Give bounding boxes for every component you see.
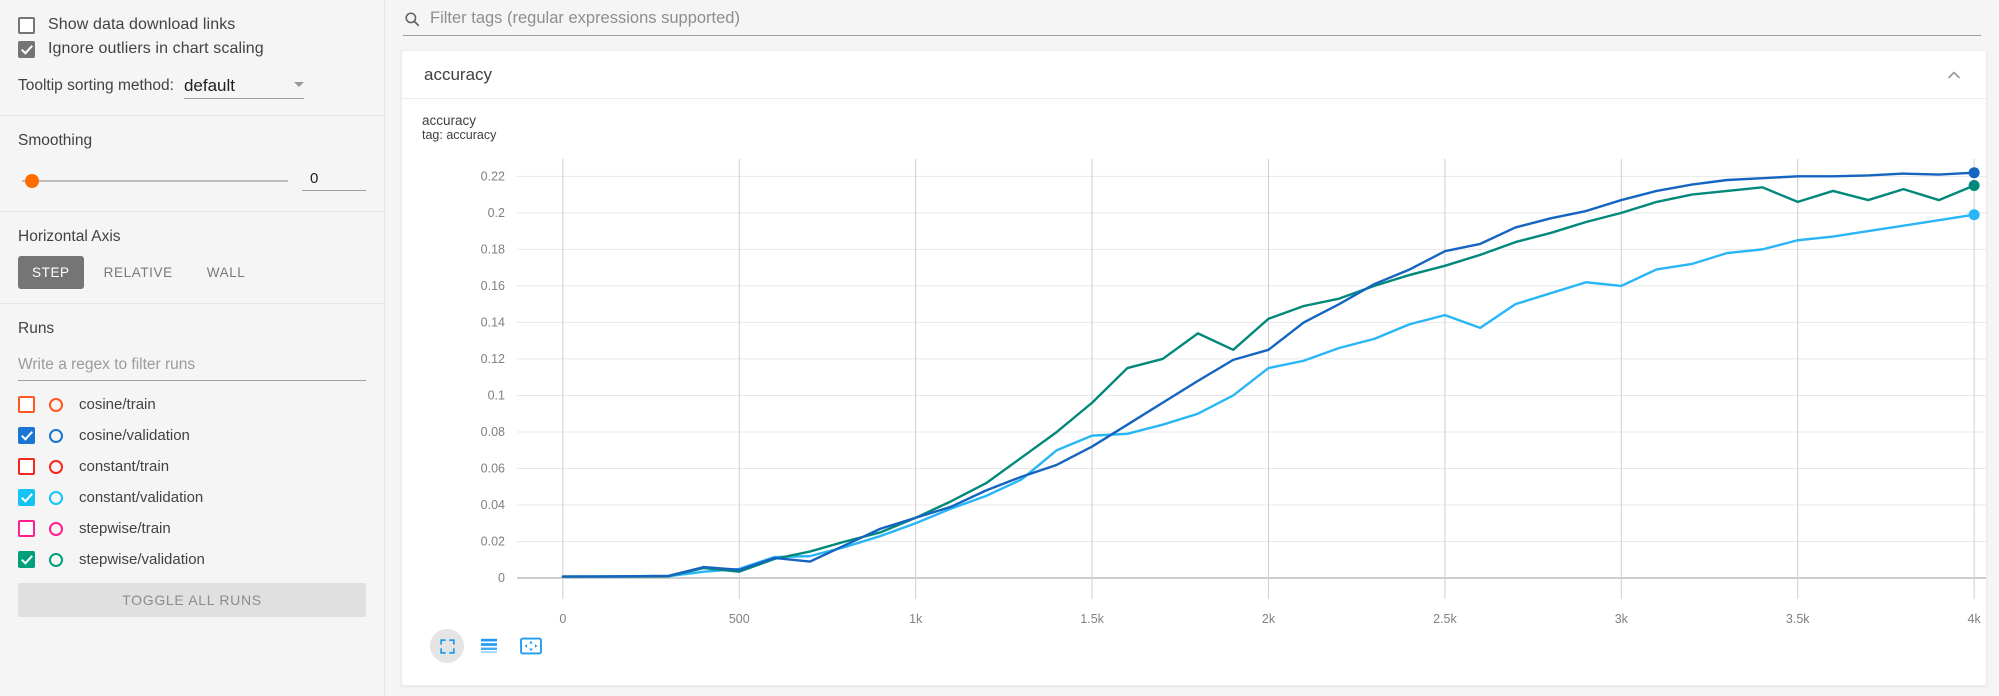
smoothing-section: Smoothing 0 <box>0 116 384 212</box>
x-axis-tick-label: 1k <box>909 612 923 626</box>
series-endpoint-cosine-validation <box>1969 167 1980 178</box>
x-axis-tick-label: 0 <box>559 612 566 626</box>
tooltip-sorting-row: Tooltip sorting method: default <box>18 76 366 99</box>
run-checkbox[interactable] <box>18 458 35 475</box>
accuracy-card: accuracy accuracy tag: accuracy 0 0.02 0.0… <box>401 50 1987 686</box>
main-panel: accuracy accuracy tag: accuracy 0 0.02 0.0… <box>385 0 1999 696</box>
smoothing-value-input[interactable]: 0 <box>302 170 366 191</box>
y-axis-tick-label: 0 <box>498 571 505 585</box>
runs-list: cosine/train cosine/validation constant/tr… <box>18 389 366 575</box>
chart-title: accuracy <box>422 113 1986 128</box>
y-axis-tick-label: 0.06 <box>481 461 505 475</box>
horizontal-axis-section: Horizontal Axis STEP RELATIVE WALL <box>0 212 384 304</box>
run-checkbox[interactable] <box>18 427 35 444</box>
accuracy-line-chart[interactable]: 0 0.02 0.04 0.06 0.08 0.1 0.12 0.14 0.16 0.18 0.2 0… <box>422 151 1987 621</box>
chevron-down-icon <box>294 82 304 87</box>
series-endpoint-stepwise-validation <box>1969 180 1980 191</box>
run-checkbox[interactable] <box>18 396 35 413</box>
run-label: constant/validation <box>79 489 203 506</box>
y-axis-tick-label: 0.2 <box>488 206 505 220</box>
toggle-all-runs-button[interactable]: TOGGLE ALL RUNS <box>18 583 366 617</box>
ignore-outliers-checkbox[interactable] <box>18 41 35 58</box>
y-axis-tick-label: 0.14 <box>481 315 505 329</box>
smoothing-slider[interactable] <box>18 172 288 190</box>
runs-title: Runs <box>18 320 366 338</box>
accuracy-chart-area: accuracy tag: accuracy 0 0.02 0.04 0.06 0.08… <box>402 99 1986 686</box>
run-row[interactable]: cosine/train <box>18 389 366 420</box>
run-checkbox[interactable] <box>18 551 35 568</box>
tag-filter-bar <box>403 8 1981 36</box>
x-axis-tick-label: 500 <box>729 612 750 626</box>
smoothing-controls: 0 <box>18 170 366 191</box>
horizontal-axis-title: Horizontal Axis <box>18 228 366 246</box>
axis-button-wall[interactable]: WALL <box>193 256 260 289</box>
smoothing-slider-knob[interactable] <box>25 174 39 188</box>
y-axis-tick-label: 0.22 <box>481 169 505 183</box>
tensorboard-scalars-dashboard: Show data download links Ignore outliers… <box>0 0 1999 696</box>
y-axis-tick-label: 0.18 <box>481 242 505 256</box>
x-axis-tick-label: 4k <box>1968 612 1982 626</box>
tooltip-sorting-value: default <box>184 76 235 96</box>
run-label: cosine/validation <box>79 427 190 444</box>
runs-filter-input[interactable] <box>18 350 366 381</box>
chevron-up-icon[interactable] <box>1944 65 1964 85</box>
run-row[interactable]: constant/train <box>18 451 366 482</box>
run-row[interactable]: stepwise/train <box>18 513 366 544</box>
sidebar: Show data download links Ignore outliers… <box>0 0 385 696</box>
run-row[interactable]: constant/validation <box>18 482 366 513</box>
run-color-circle-icon[interactable] <box>49 398 63 412</box>
x-axis-tick-label: 2k <box>1262 612 1276 626</box>
ignore-outliers-label: Ignore outliers in chart scaling <box>48 40 264 58</box>
chart-subtitle: tag: accuracy <box>422 128 1986 143</box>
x-axis-tick-label: 3k <box>1615 612 1629 626</box>
search-icon <box>403 10 421 28</box>
axis-button-step[interactable]: STEP <box>18 256 84 289</box>
run-label: constant/train <box>79 458 169 475</box>
run-color-circle-icon[interactable] <box>49 553 63 567</box>
accuracy-card-header[interactable]: accuracy <box>402 51 1986 99</box>
runs-section: Runs cosine/train cosine/validation consta… <box>0 304 384 629</box>
horizontal-axis-buttons: STEP RELATIVE WALL <box>18 256 366 289</box>
sidebar-options-section: Show data download links Ignore outliers… <box>0 0 384 116</box>
tooltip-sorting-select[interactable]: default <box>184 76 304 99</box>
run-color-circle-icon[interactable] <box>49 522 63 536</box>
y-axis-tick-label: 0.08 <box>481 425 505 439</box>
x-axis-tick-label: 1.5k <box>1080 612 1104 626</box>
show-data-download-links-checkbox[interactable] <box>18 17 35 34</box>
y-axis-tick-label: 0.16 <box>481 279 505 293</box>
accuracy-card-title: accuracy <box>424 65 492 85</box>
tooltip-sorting-label: Tooltip sorting method: <box>18 77 174 99</box>
run-color-circle-icon[interactable] <box>49 429 63 443</box>
x-axis-tick-label: 3.5k <box>1786 612 1810 626</box>
run-color-circle-icon[interactable] <box>49 491 63 505</box>
smoothing-title: Smoothing <box>18 132 366 150</box>
show-data-download-links-row[interactable]: Show data download links <box>18 16 366 34</box>
axis-button-relative[interactable]: RELATIVE <box>90 256 187 289</box>
run-checkbox[interactable] <box>18 520 35 537</box>
smoothing-slider-track <box>22 180 288 182</box>
run-label: stepwise/validation <box>79 551 205 568</box>
x-axis-tick-label: 2.5k <box>1433 612 1457 626</box>
series-endpoint-constant-validation <box>1969 209 1980 220</box>
ignore-outliers-row[interactable]: Ignore outliers in chart scaling <box>18 40 366 58</box>
run-label: stepwise/train <box>79 520 171 537</box>
run-row[interactable]: cosine/validation <box>18 420 366 451</box>
run-label: cosine/train <box>79 396 156 413</box>
y-axis-tick-label: 0.04 <box>481 498 505 512</box>
run-checkbox[interactable] <box>18 489 35 506</box>
show-data-download-links-label: Show data download links <box>48 16 235 34</box>
y-axis-tick-label: 0.1 <box>488 388 505 402</box>
run-color-circle-icon[interactable] <box>49 460 63 474</box>
y-axis-tick-label: 0.12 <box>481 352 505 366</box>
y-axis-tick-label: 0.02 <box>481 535 505 549</box>
tag-filter-input[interactable] <box>428 8 1981 29</box>
run-row[interactable]: stepwise/validation <box>18 544 366 575</box>
